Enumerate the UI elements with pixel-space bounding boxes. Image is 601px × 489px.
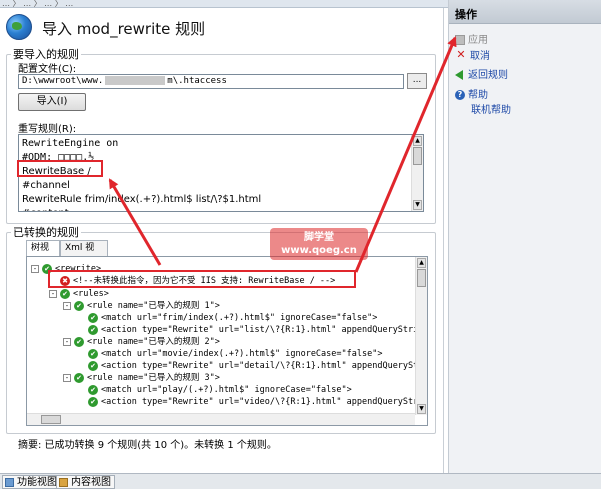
rewrite-rules-label: 重写规则(R):	[18, 124, 77, 135]
tree-node-text: <rule name="已导入的规则 3">	[87, 373, 220, 383]
collapse-toggle-icon[interactable]: -	[63, 373, 71, 382]
page-title: 导入 mod_rewrite 规则	[42, 20, 206, 38]
tree-node-text: <action type="Rewrite" url="detail/\?{R:…	[101, 361, 428, 371]
cancel-icon: ✕	[456, 48, 466, 61]
action-cancel-label: 取消	[470, 51, 490, 62]
config-file-input[interactable]: D:\wwwroot\www. m\.htaccess	[18, 74, 404, 89]
tree-node[interactable]: ✔ <action type="Rewrite" url="detail/\?{R…	[77, 360, 428, 372]
back-arrow-icon	[455, 70, 463, 80]
success-check-icon: ✔	[88, 360, 98, 371]
action-back-label: 返回规则	[468, 70, 508, 81]
conversion-summary: 摘要: 已成功转换 9 个规则(共 10 个)。未转换 1 个规则。	[18, 440, 277, 451]
tree-node-text: <match url="play/(.+?).html$" ignoreCase…	[101, 385, 352, 395]
rule-line: #channel	[22, 180, 70, 191]
tab-features-view-label: 功能视图	[17, 477, 57, 488]
action-apply[interactable]: 应用	[455, 34, 488, 48]
tree-vertical-scrollbar[interactable]: ▲ ▼	[415, 257, 427, 415]
actions-pane: 操作 应用 ✕ 取消 返回规则 ? 帮助 联机帮助	[448, 0, 601, 473]
action-back-to-rules[interactable]: 返回规则	[455, 69, 508, 83]
tree-node-text: <rules>	[73, 289, 109, 299]
config-path-suffix: m\.htaccess	[167, 76, 227, 86]
import-button[interactable]: 导入(I)	[18, 93, 86, 111]
rule-line: RewriteRule frim/index(.+?).html$ list/\…	[22, 194, 262, 205]
collapse-toggle-icon[interactable]: -	[63, 301, 71, 310]
rules-scrollbar[interactable]: ▲ ▼	[411, 135, 423, 211]
collapse-toggle-icon[interactable]: -	[63, 337, 71, 346]
tab-features-view[interactable]: 功能视图	[2, 475, 61, 489]
tree-node[interactable]: - ✔ <rule name="已导入的规则 3">	[63, 372, 220, 384]
apply-icon	[455, 35, 465, 45]
tree-node[interactable]: ✔ <match url="frim/index(.+?).html$" igno…	[77, 312, 377, 324]
tree-node[interactable]: - ✔ <rules>	[49, 288, 109, 300]
highlight-box-rewritebase	[17, 160, 103, 177]
rule-line: RewriteEngine on	[22, 138, 119, 149]
scroll-down-icon[interactable]: ▼	[417, 404, 426, 414]
watermark-url: www.qoeg.cn	[281, 245, 357, 256]
success-check-icon: ✔	[74, 300, 84, 311]
tree-node-text: <rule name="已导入的规则 2">	[87, 337, 220, 347]
content-view-icon	[59, 478, 68, 487]
scroll-thumb[interactable]	[41, 415, 61, 424]
redacted-segment	[105, 76, 166, 85]
features-view-icon	[5, 478, 14, 487]
action-help[interactable]: ? 帮助	[455, 89, 488, 103]
action-apply-label: 应用	[468, 35, 488, 46]
tab-content-view[interactable]: 内容视图	[56, 475, 115, 489]
action-online-help[interactable]: 联机帮助	[471, 104, 511, 118]
scroll-up-icon[interactable]: ▲	[417, 258, 426, 268]
action-help-label: 帮助	[468, 90, 488, 101]
scroll-down-icon[interactable]: ▼	[413, 200, 422, 210]
tab-content-view-label: 内容视图	[71, 477, 111, 488]
tree-node-text: <match url="movie/index(.+?).html$" igno…	[101, 349, 383, 359]
collapse-toggle-icon[interactable]: -	[31, 264, 39, 273]
tree-node-text: <action type="Rewrite" url="video/\?{R:1…	[101, 397, 428, 407]
success-check-icon: ✔	[74, 372, 84, 383]
action-online-help-label: 联机帮助	[471, 105, 511, 116]
tree-node-text: <match url="frim/index(.+?).html$" ignor…	[101, 313, 378, 323]
tree-node[interactable]: - ✔ <rule name="已导入的规则 1">	[63, 300, 220, 312]
iis-globe-icon	[6, 14, 32, 40]
converted-rules-legend: 已转换的规则	[13, 226, 79, 239]
success-check-icon: ✔	[88, 384, 98, 395]
success-check-icon: ✔	[88, 324, 98, 335]
scroll-up-icon[interactable]: ▲	[413, 136, 422, 146]
watermark-title: 脚学堂	[304, 232, 334, 243]
tree-node[interactable]: - ✔ <rule name="已导入的规则 2">	[63, 336, 220, 348]
tree-node[interactable]: ✔ <action type="Rewrite" url="video/\?{R:…	[77, 396, 428, 408]
rule-line: #content	[19, 207, 411, 211]
help-icon: ?	[455, 90, 465, 100]
config-file-label: 配置文件(C):	[18, 64, 77, 75]
tree-horizontal-scrollbar[interactable]	[27, 413, 415, 425]
success-check-icon: ✔	[88, 396, 98, 407]
tree-node-text: <action type="Rewrite" url="list/\?{R:1}…	[101, 325, 428, 335]
action-cancel[interactable]: ✕ 取消	[455, 48, 490, 64]
bottom-view-tabs: 功能视图 内容视图	[0, 473, 601, 489]
success-check-icon: ✔	[60, 288, 70, 299]
success-check-icon: ✔	[88, 348, 98, 359]
config-path-prefix: D:\wwwroot\www.	[22, 76, 104, 86]
success-check-icon: ✔	[88, 312, 98, 323]
scroll-thumb[interactable]	[413, 147, 422, 165]
address-bar: … 〉 … 〉 … 〉 …	[0, 0, 448, 8]
tree-node[interactable]: ✔ <action type="Rewrite" url="list/\?{R:1…	[77, 324, 428, 336]
scroll-thumb[interactable]	[417, 269, 426, 287]
address-bar-text: … 〉 … 〉 … 〉 …	[2, 0, 74, 8]
collapse-toggle-icon[interactable]: -	[49, 289, 57, 298]
actions-title: 操作	[449, 0, 601, 24]
highlight-box-unconverted	[48, 270, 356, 288]
tab-tree-view[interactable]: 树视图	[26, 240, 60, 267]
tree-node[interactable]: ✔ <match url="play/(.+?).html$" ignoreCas…	[77, 384, 352, 396]
tree-node-text: <rule name="已导入的规则 1">	[87, 301, 220, 311]
tab-xml-view[interactable]: Xml 视图	[60, 240, 108, 267]
watermark: 脚学堂 www.qoeg.cn	[270, 228, 368, 260]
tree-node[interactable]: ✔ <match url="movie/index(.+?).html$" ign…	[77, 348, 382, 360]
browse-button[interactable]: ...	[407, 73, 427, 89]
success-check-icon: ✔	[74, 336, 84, 347]
